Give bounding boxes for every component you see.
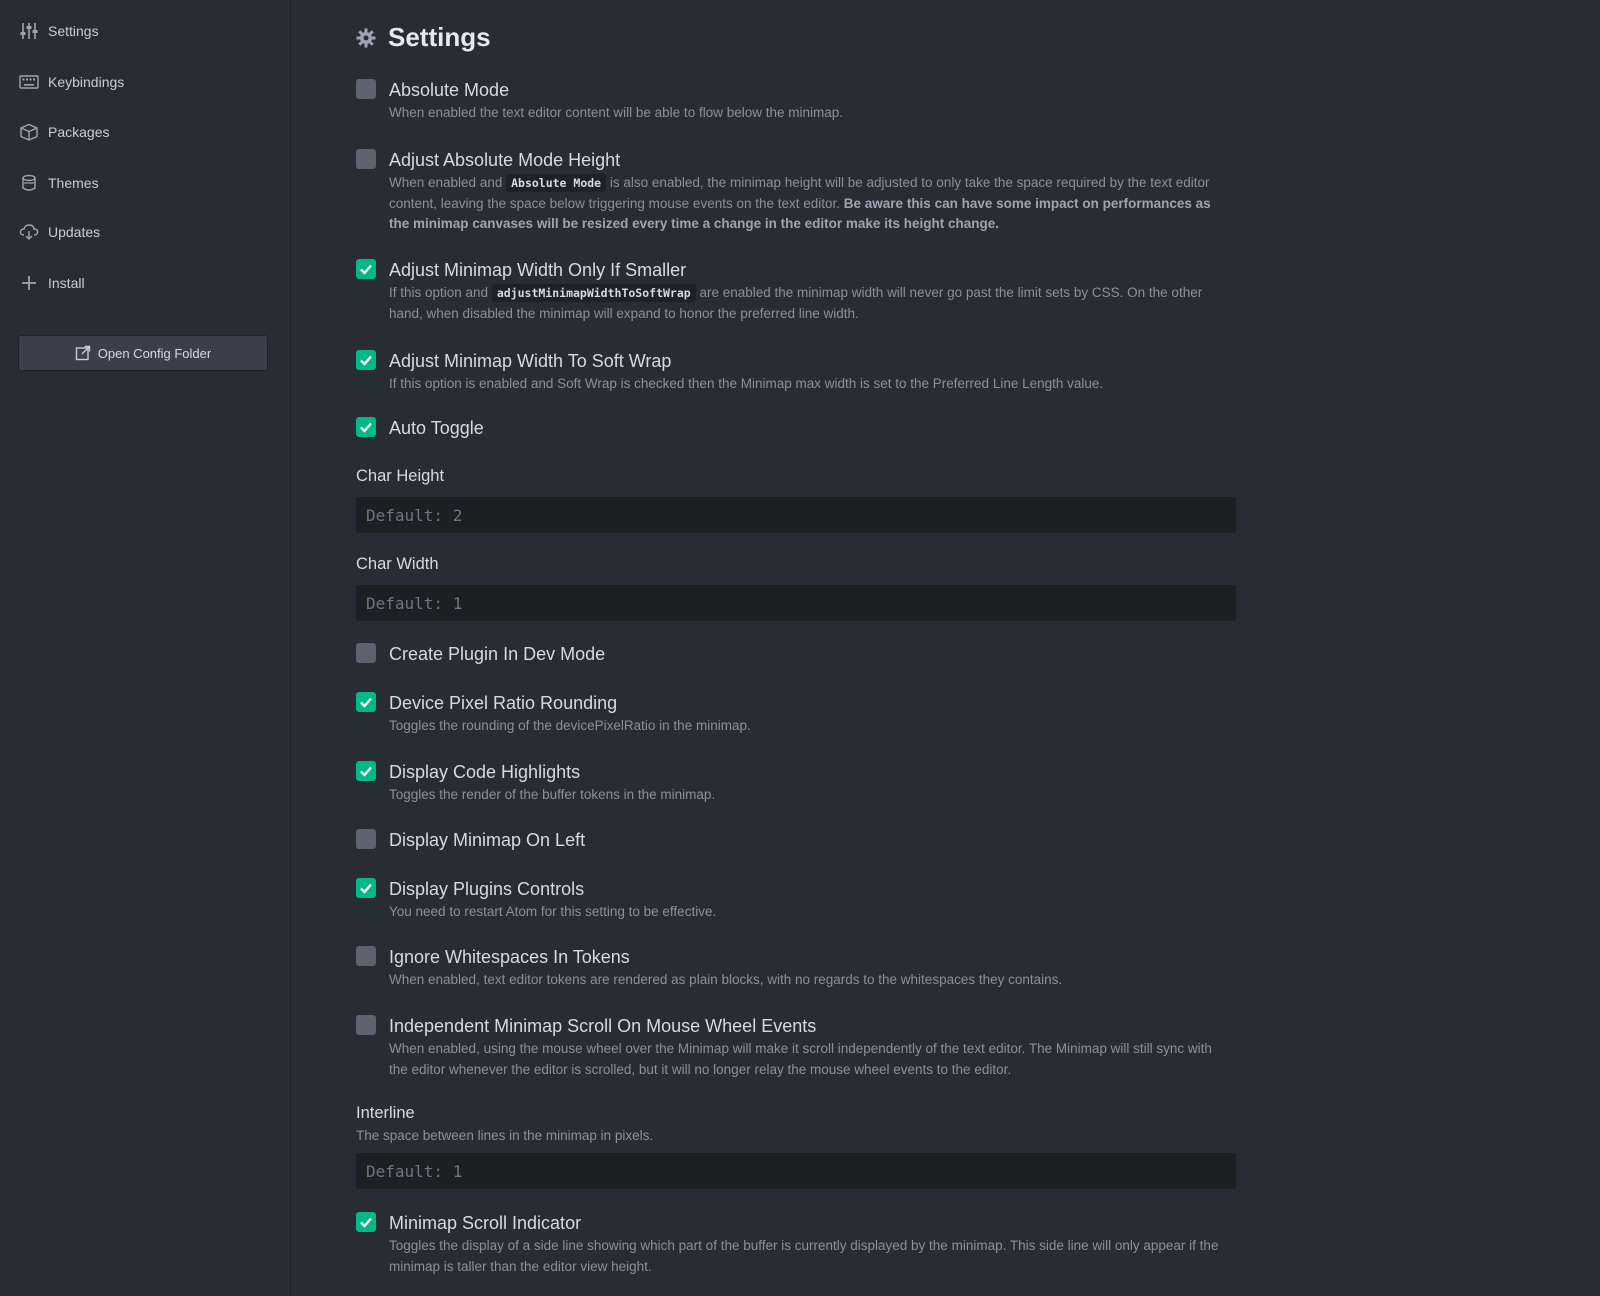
checkmark-icon — [360, 264, 372, 275]
setting-title: Adjust Absolute Mode Height — [389, 150, 621, 170]
setting-description: Toggles the render of the buffer tokens … — [389, 787, 716, 802]
inline-code: adjustMinimapWidthToSoftWrap — [491, 284, 696, 302]
sidebar-item-packages[interactable]: Packages — [18, 118, 109, 146]
sidebar-item-install[interactable]: Install — [18, 269, 85, 297]
plus-icon — [18, 273, 40, 293]
setting-description: When enabled, using the mouse wheel over… — [389, 1041, 1212, 1077]
sidebar-item-label: Themes — [48, 175, 99, 191]
inline-code: Absolute Mode — [506, 174, 607, 192]
sidebar-item-label: Keybindings — [48, 74, 125, 90]
package-icon — [18, 122, 40, 142]
create-plugin-dev-mode-checkbox[interactable] — [356, 643, 376, 663]
setting-title: Independent Minimap Scroll On Mouse Whee… — [389, 1016, 817, 1036]
setting-title: Auto Toggle — [389, 418, 484, 438]
setting-title: Adjust Minimap Width To Soft Wrap — [389, 351, 672, 371]
display-minimap-on-left-checkbox[interactable] — [356, 829, 376, 849]
paintcan-icon — [18, 173, 40, 193]
adjust-width-only-if-smaller-checkbox[interactable] — [356, 259, 376, 279]
setting-description: Toggles the display of a side line showi… — [389, 1238, 1219, 1274]
setting-description: Toggles the rounding of the devicePixelR… — [389, 718, 751, 733]
setting-title: Device Pixel Ratio Rounding — [389, 693, 618, 713]
open-config-folder-button[interactable]: Open Config Folder — [18, 335, 268, 371]
keyboard-icon — [18, 72, 40, 92]
setting-description: When enabled and Absolute Mode is also e… — [389, 174, 1211, 231]
cloud-download-icon — [18, 222, 40, 242]
setting-title: Create Plugin In Dev Mode — [389, 644, 606, 664]
setting-description: When enabled the text editor content wil… — [389, 105, 844, 120]
checkmark-icon — [360, 766, 372, 777]
setting-title: Minimap Scroll Indicator — [389, 1213, 582, 1233]
setting-description: When enabled, text editor tokens are ren… — [389, 972, 1063, 987]
sidebar-item-keybindings[interactable]: Keybindings — [18, 68, 124, 96]
settings-sidebar: Settings Keybindings Packages Themes Upd… — [0, 0, 291, 1296]
adjust-width-to-soft-wrap-checkbox[interactable] — [356, 350, 376, 370]
sidebar-item-label: Packages — [48, 124, 110, 140]
link-external-icon — [75, 345, 90, 361]
sidebar-item-label: Updates — [48, 224, 101, 240]
char-height-input[interactable] — [356, 497, 1236, 533]
ignore-whitespaces-checkbox[interactable] — [356, 946, 376, 966]
field-label: Interline — [356, 1104, 415, 1122]
char-width-input[interactable] — [356, 585, 1236, 621]
gear-icon — [356, 28, 376, 47]
sidebar-item-label: Install — [48, 275, 85, 291]
checkmark-icon — [360, 355, 372, 366]
settings-sliders-icon — [18, 21, 40, 41]
setting-title: Display Code Highlights — [389, 762, 581, 782]
field-label: Char Height — [356, 467, 445, 485]
setting-description: If this option is enabled and Soft Wrap … — [389, 376, 1104, 391]
device-pixel-ratio-rounding-checkbox[interactable] — [356, 692, 376, 712]
checkmark-icon — [360, 1217, 372, 1228]
field-label: Char Width — [356, 555, 439, 573]
sidebar-item-themes[interactable]: Themes — [18, 169, 99, 197]
checkmark-icon — [360, 883, 372, 894]
setting-title: Display Minimap On Left — [389, 830, 586, 850]
setting-title: Ignore Whitespaces In Tokens — [389, 947, 630, 967]
setting-description: You need to restart Atom for this settin… — [389, 904, 717, 919]
adjust-absolute-mode-height-checkbox[interactable] — [356, 149, 376, 169]
open-config-folder-label: Open Config Folder — [97, 345, 212, 361]
setting-title: Display Plugins Controls — [389, 879, 585, 899]
checkmark-icon — [360, 422, 372, 433]
absolute-mode-checkbox[interactable] — [356, 79, 376, 99]
interline-input[interactable] — [356, 1153, 1236, 1189]
independent-minimap-scroll-checkbox[interactable] — [356, 1015, 376, 1035]
sidebar-item-updates[interactable]: Updates — [18, 218, 100, 246]
setting-description: If this option and adjustMinimapWidthToS… — [389, 284, 1203, 321]
auto-toggle-checkbox[interactable] — [356, 417, 376, 437]
setting-title: Absolute Mode — [389, 80, 510, 100]
sidebar-item-settings[interactable]: Settings — [18, 17, 99, 45]
checkmark-icon — [360, 697, 372, 708]
display-plugins-controls-checkbox[interactable] — [356, 878, 376, 898]
minimap-scroll-indicator-checkbox[interactable] — [356, 1212, 376, 1232]
display-code-highlights-checkbox[interactable] — [356, 761, 376, 781]
sidebar-item-label: Settings — [48, 23, 99, 39]
page-title: Settings — [356, 22, 491, 53]
field-description: The space between lines in the minimap i… — [356, 1128, 654, 1143]
setting-title: Adjust Minimap Width Only If Smaller — [389, 260, 687, 280]
